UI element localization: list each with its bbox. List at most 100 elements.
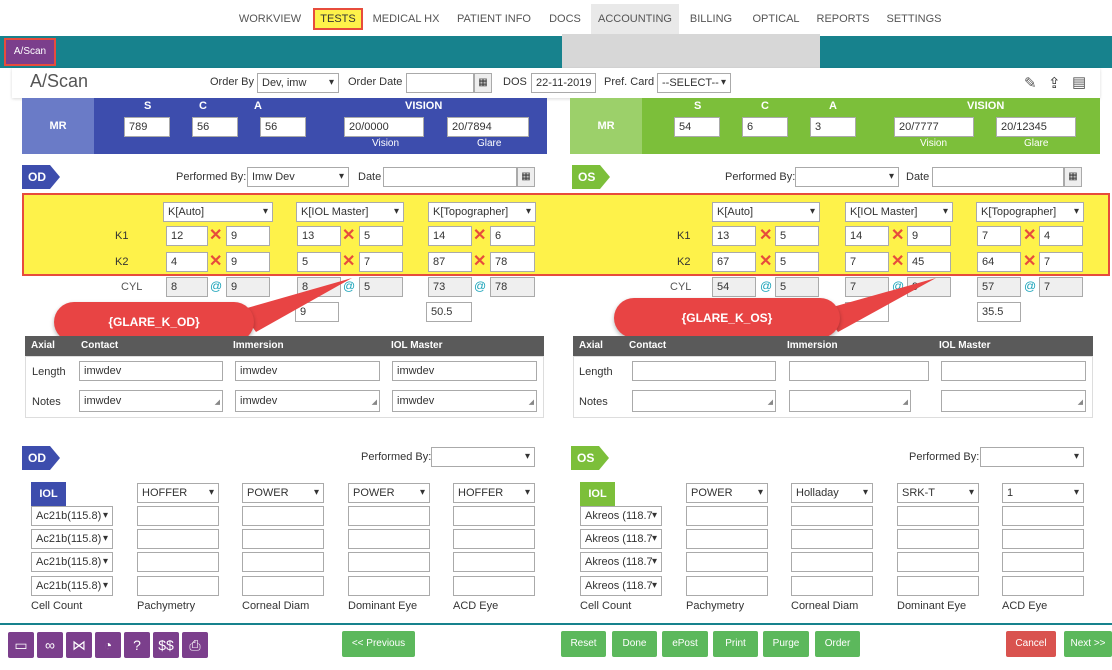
- dollar-icon[interactable]: $$: [153, 632, 179, 658]
- iol-os-r1c4[interactable]: [1002, 506, 1084, 526]
- os-length-immersion[interactable]: [789, 361, 929, 381]
- iol-od-lens-4[interactable]: Ac21b(115.8): [31, 576, 113, 596]
- od-length-iol[interactable]: imwdev: [392, 361, 537, 381]
- od-notes-label: Notes: [32, 396, 61, 408]
- iol-od-button[interactable]: IOL: [31, 482, 66, 506]
- reset-button[interactable]: Reset: [561, 631, 606, 657]
- iol-od-lens-2[interactable]: Ac21b(115.8): [31, 529, 113, 549]
- os-axial-header: Axial Contact Immersion IOL Master: [573, 336, 1093, 356]
- share-icon[interactable]: ⋈: [66, 632, 92, 658]
- epost-button[interactable]: ePost: [662, 631, 708, 657]
- iol-os-r2c1[interactable]: [686, 529, 768, 549]
- iol-od-lens-1[interactable]: Ac21b(115.8): [31, 506, 113, 526]
- callout-arrow-od: [240, 278, 352, 332]
- order-button[interactable]: Order: [815, 631, 860, 657]
- od-acd-eye-label: ACD Eye: [453, 600, 499, 612]
- iol-os-lens-1[interactable]: Akreos (118.7: [580, 506, 662, 526]
- od-length-contact[interactable]: imwdev: [79, 361, 223, 381]
- iol-od-r4c2[interactable]: [242, 576, 324, 596]
- iol-od-formula-4[interactable]: HOFFER: [453, 483, 535, 503]
- iol-os-r1c2[interactable]: [791, 506, 873, 526]
- iol-od-r1c1[interactable]: [137, 506, 219, 526]
- od-cell-count-label: Cell Count: [31, 600, 83, 612]
- iol-od-r3c4[interactable]: [453, 552, 535, 572]
- iol-od-r3c2[interactable]: [242, 552, 324, 572]
- done-button[interactable]: Done: [612, 631, 657, 657]
- iol-od-r2c2[interactable]: [242, 529, 324, 549]
- iol-od-r4c4[interactable]: [453, 576, 535, 596]
- iol-os-performed-by-select[interactable]: [980, 447, 1084, 467]
- od-notes-immersion[interactable]: imwdev: [235, 390, 380, 413]
- immersion-header: Immersion: [233, 340, 284, 351]
- monitor-icon[interactable]: ▭: [8, 632, 34, 658]
- iol-os-r2c3[interactable]: [897, 529, 979, 549]
- os-notes-label: Notes: [579, 396, 608, 408]
- iol-od-r1c3[interactable]: [348, 506, 430, 526]
- os-notes-iol[interactable]: [941, 390, 1086, 413]
- iol-os-r3c3[interactable]: [897, 552, 979, 572]
- iol-os-r2c4[interactable]: [1002, 529, 1084, 549]
- iol-od-performed-by-label: Performed By:: [361, 451, 432, 463]
- iol-os-r3c2[interactable]: [791, 552, 873, 572]
- iol-od-lens-3[interactable]: Ac21b(115.8): [31, 552, 113, 572]
- iol-od-r4c1[interactable]: [137, 576, 219, 596]
- os-notes-contact[interactable]: [632, 390, 776, 413]
- iol-od-r2c1[interactable]: [137, 529, 219, 549]
- help-icon[interactable]: ?: [124, 632, 150, 658]
- iol-os-lens-2[interactable]: Akreos (118.7: [580, 529, 662, 549]
- previous-button[interactable]: << Previous: [342, 631, 415, 657]
- iol-od-r3c1[interactable]: [137, 552, 219, 572]
- print-button[interactable]: Print: [713, 631, 758, 657]
- iol-od-performed-by-select[interactable]: [431, 447, 535, 467]
- od-length-immersion[interactable]: imwdev: [235, 361, 380, 381]
- iol-os-r2c2[interactable]: [791, 529, 873, 549]
- os-acd-eye-label: ACD Eye: [1002, 600, 1048, 612]
- iol-os-r4c3[interactable]: [897, 576, 979, 596]
- iol-os-formula-3[interactable]: SRK-T: [897, 483, 979, 503]
- next-button[interactable]: Next >>: [1064, 631, 1112, 657]
- iol-os-r4c1[interactable]: [686, 576, 768, 596]
- iol-os-r4c4[interactable]: [1002, 576, 1084, 596]
- iol-os-lens-3[interactable]: Akreos (118.7: [580, 552, 662, 572]
- iol-od-formula-3[interactable]: POWER: [348, 483, 430, 503]
- os-length-contact[interactable]: [632, 361, 776, 381]
- iol-os-performed-by-label: Performed By:: [909, 451, 980, 463]
- iol-od-r1c4[interactable]: [453, 506, 535, 526]
- os-length-iol[interactable]: [941, 361, 1086, 381]
- iol-os-r4c2[interactable]: [791, 576, 873, 596]
- os-dominant-eye-label: Dominant Eye: [897, 600, 967, 612]
- glasses-icon[interactable]: ∞: [37, 632, 63, 658]
- callout-glare-k-os: {GLARE_K_OS}: [614, 298, 840, 338]
- os-cell-count-label: Cell Count: [580, 600, 632, 612]
- iol-os-r3c4[interactable]: [1002, 552, 1084, 572]
- iol-od-r2c4[interactable]: [453, 529, 535, 549]
- os-pachymetry-label: Pachymetry: [686, 600, 745, 612]
- iol-os-formula-2[interactable]: Holladay: [791, 483, 873, 503]
- cancel-button[interactable]: Cancel: [1006, 631, 1056, 657]
- iol-os-formula-1[interactable]: POWER: [686, 483, 768, 503]
- immersion-header: Immersion: [787, 340, 838, 351]
- os-corneal-diam-label: Corneal Diam: [791, 600, 859, 612]
- printer-icon[interactable]: ⎙: [182, 632, 208, 658]
- iol-os-formula-4[interactable]: 1: [1002, 483, 1084, 503]
- iol-os-r3c1[interactable]: [686, 552, 768, 572]
- iol-od-formula-2[interactable]: POWER: [242, 483, 324, 503]
- iol-od-r4c3[interactable]: [348, 576, 430, 596]
- iol-od-r3c3[interactable]: [348, 552, 430, 572]
- purge-button[interactable]: Purge: [763, 631, 809, 657]
- od-length-label: Length: [32, 366, 66, 378]
- os-length-label: Length: [579, 366, 613, 378]
- od-pachymetry-label: Pachymetry: [137, 600, 196, 612]
- iol-os-r1c1[interactable]: [686, 506, 768, 526]
- gauge-icon[interactable]: ◔: [95, 632, 121, 658]
- iol-od-r2c3[interactable]: [348, 529, 430, 549]
- os-notes-immersion[interactable]: [789, 390, 911, 413]
- iol-os-button[interactable]: IOL: [580, 482, 615, 506]
- iol-os-lens-4[interactable]: Akreos (118.7: [580, 576, 662, 596]
- contact-header: Contact: [629, 340, 667, 351]
- od-notes-iol[interactable]: imwdev: [392, 390, 537, 413]
- iol-od-r1c2[interactable]: [242, 506, 324, 526]
- iol-os-r1c3[interactable]: [897, 506, 979, 526]
- iol-od-formula-1[interactable]: HOFFER: [137, 483, 219, 503]
- od-notes-contact[interactable]: imwdev: [79, 390, 223, 413]
